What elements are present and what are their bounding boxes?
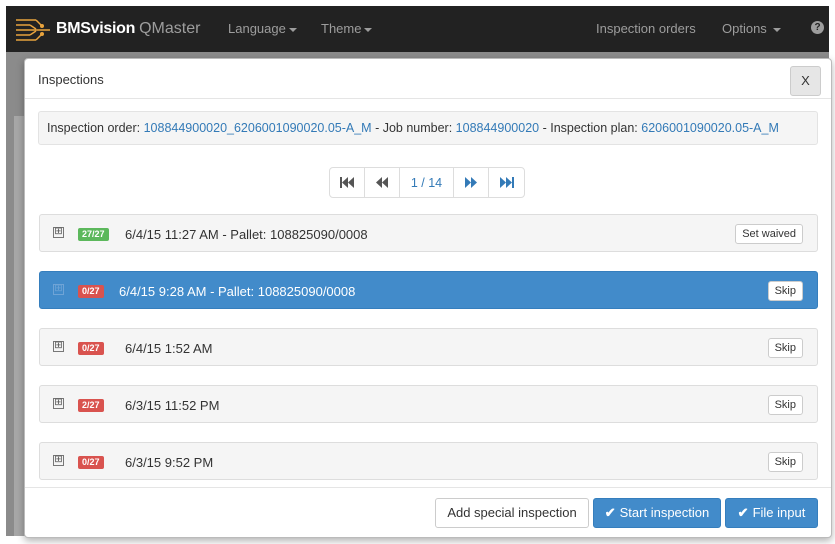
last-page-button[interactable] bbox=[489, 168, 524, 197]
progress-badge: 0/27 bbox=[78, 456, 104, 469]
inspection-plan-link[interactable]: 6206001090020.05-A_M bbox=[641, 121, 779, 135]
inspection-row[interactable]: ⊞ 2/27 6/3/15 11:52 PM Skip bbox=[39, 385, 818, 423]
skip-button[interactable]: Skip bbox=[767, 281, 803, 301]
previous-page-icon bbox=[376, 177, 388, 188]
language-label: Language bbox=[228, 21, 286, 36]
modal-header: Inspections X bbox=[25, 59, 831, 99]
skip-button[interactable]: Skip bbox=[767, 452, 803, 472]
modal-footer: Add special inspection ✔ Start inspection… bbox=[25, 487, 831, 537]
plan-label: - Inspection plan: bbox=[539, 121, 642, 135]
language-menu[interactable]: Language bbox=[228, 21, 297, 36]
inspections-modal: Inspections X Inspection order: 10884490… bbox=[24, 58, 832, 538]
check-icon: ✔ bbox=[737, 505, 749, 520]
inspection-orders-link[interactable]: Inspection orders bbox=[596, 21, 696, 36]
modal-title: Inspections bbox=[38, 72, 104, 87]
pagination: 1 / 14 bbox=[329, 167, 525, 198]
progress-badge: 2/27 bbox=[78, 399, 104, 412]
inspection-row-label: 6/4/15 9:28 AM - Pallet: 108825090/0008 bbox=[119, 284, 356, 299]
progress-badge: 0/27 bbox=[78, 285, 104, 298]
chevron-down-icon bbox=[772, 27, 781, 32]
inspection-row-selected[interactable]: ⊞ 0/27 6/4/15 9:28 AM - Pallet: 10882509… bbox=[39, 271, 818, 309]
inspection-row[interactable]: ⊞ 0/27 6/3/15 9:52 PM Skip bbox=[39, 442, 818, 480]
job-number-link[interactable]: 108844900020 bbox=[456, 121, 539, 135]
file-input-label: File input bbox=[752, 505, 806, 520]
circuit-logo-icon bbox=[16, 19, 50, 41]
add-special-inspection-button[interactable]: Add special inspection bbox=[435, 498, 589, 528]
start-inspection-label: Start inspection bbox=[619, 505, 710, 520]
brand-name: BMSvision bbox=[56, 20, 136, 37]
chevron-down-icon bbox=[288, 27, 297, 32]
first-page-button[interactable] bbox=[330, 168, 365, 197]
help-icon[interactable]: ? bbox=[811, 21, 824, 34]
skip-button[interactable]: Skip bbox=[767, 338, 803, 358]
progress-badge: 27/27 bbox=[78, 228, 109, 241]
set-waived-button[interactable]: Set waived bbox=[735, 224, 803, 244]
file-input-button[interactable]: ✔ File input bbox=[725, 498, 818, 528]
brand-product: QMaster bbox=[139, 20, 201, 37]
expand-icon[interactable]: ⊞ bbox=[53, 455, 64, 466]
inspection-row-label: 6/3/15 11:52 PM bbox=[125, 398, 220, 413]
expand-icon[interactable]: ⊞ bbox=[53, 227, 64, 238]
theme-label: Theme bbox=[321, 21, 362, 36]
page-indicator: 1 / 14 bbox=[400, 168, 454, 197]
inspection-info: Inspection order: 108844900020_620600109… bbox=[38, 111, 818, 145]
progress-badge: 0/27 bbox=[78, 342, 104, 355]
expand-icon[interactable]: ⊞ bbox=[53, 284, 64, 295]
next-page-button[interactable] bbox=[454, 168, 489, 197]
close-button[interactable]: X bbox=[790, 66, 821, 96]
skip-button[interactable]: Skip bbox=[767, 395, 803, 415]
expand-icon[interactable]: ⊞ bbox=[53, 398, 64, 409]
check-icon: ✔ bbox=[604, 505, 616, 520]
chevron-down-icon bbox=[364, 27, 373, 32]
start-inspection-button[interactable]: ✔ Start inspection bbox=[593, 498, 721, 528]
inspection-order-link[interactable]: 108844900020_6206001090020.05-A_M bbox=[144, 121, 372, 135]
expand-icon[interactable]: ⊞ bbox=[53, 341, 64, 352]
inspection-row-label: 6/4/15 1:52 AM bbox=[125, 341, 213, 356]
order-label: Inspection order: bbox=[47, 121, 144, 135]
first-page-icon bbox=[340, 177, 354, 188]
inspection-row[interactable]: ⊞ 27/27 6/4/15 11:27 AM - Pallet: 108825… bbox=[39, 214, 818, 252]
options-menu[interactable]: Options bbox=[722, 21, 781, 36]
inspection-row[interactable]: ⊞ 0/27 6/4/15 1:52 AM Skip bbox=[39, 328, 818, 366]
brand-logo[interactable]: BMSvision QMaster bbox=[16, 14, 200, 44]
job-label: - Job number: bbox=[371, 121, 456, 135]
inspection-row-label: 6/4/15 11:27 AM - Pallet: 108825090/0008 bbox=[125, 227, 368, 242]
theme-menu[interactable]: Theme bbox=[321, 21, 373, 36]
previous-page-button[interactable] bbox=[365, 168, 400, 197]
last-page-icon bbox=[499, 177, 514, 188]
next-page-icon bbox=[465, 177, 477, 188]
inspection-row-label: 6/3/15 9:52 PM bbox=[125, 455, 214, 470]
options-label: Options bbox=[722, 21, 767, 36]
navbar: BMSvision QMaster Language Theme Inspect… bbox=[6, 6, 829, 52]
